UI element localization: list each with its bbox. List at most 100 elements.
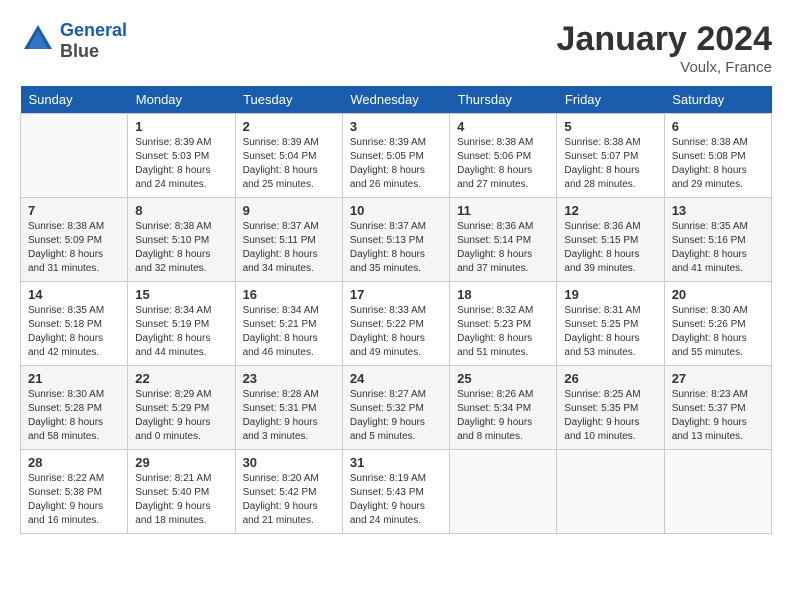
calendar-day-cell	[557, 450, 664, 534]
day-info: Sunrise: 8:28 AMSunset: 5:31 PMDaylight:…	[243, 388, 335, 444]
day-number: 27	[672, 371, 764, 386]
location: Voulx, France	[557, 59, 773, 76]
day-info: Sunrise: 8:38 AMSunset: 5:06 PMDaylight:…	[457, 136, 549, 192]
title-section: January 2024 Voulx, France	[557, 20, 773, 76]
day-number: 3	[350, 119, 442, 134]
day-info: Sunrise: 8:39 AMSunset: 5:04 PMDaylight:…	[243, 136, 335, 192]
day-info: Sunrise: 8:35 AMSunset: 5:18 PMDaylight:…	[28, 304, 120, 360]
day-number: 5	[564, 119, 656, 134]
calendar-day-cell: 18 Sunrise: 8:32 AMSunset: 5:23 PMDayligh…	[450, 282, 557, 366]
logo: General Blue	[20, 20, 127, 62]
calendar-week-row: 21 Sunrise: 8:30 AMSunset: 5:28 PMDayligh…	[21, 366, 772, 450]
calendar-day-cell: 16Sunrise: 8:34 AMSunset: 5:21 PMDayligh…	[235, 282, 342, 366]
col-header-saturday: Saturday	[664, 86, 771, 114]
day-info: Sunrise: 8:21 AMSunset: 5:40 PMDaylight:…	[135, 472, 227, 528]
day-number: 11	[457, 203, 549, 218]
calendar-day-cell	[21, 114, 128, 198]
day-number: 17	[350, 287, 442, 302]
day-info: Sunrise: 8:39 AMSunset: 5:03 PMDaylight:…	[135, 136, 227, 192]
day-info: Sunrise: 8:27 AMSunset: 5:32 PMDaylight:…	[350, 388, 442, 444]
day-info: Sunrise: 8:26 AMSunset: 5:34 PMDaylight:…	[457, 388, 549, 444]
col-header-tuesday: Tuesday	[235, 86, 342, 114]
day-number: 4	[457, 119, 549, 134]
day-number: 9	[243, 203, 335, 218]
day-info: Sunrise: 8:19 AMSunset: 5:43 PMDaylight:…	[350, 472, 442, 528]
day-info: Sunrise: 8:30 AMSunset: 5:28 PMDaylight:…	[28, 388, 120, 444]
calendar-day-cell: 28 Sunrise: 8:22 AMSunset: 5:38 PMDayligh…	[21, 450, 128, 534]
col-header-wednesday: Wednesday	[342, 86, 449, 114]
day-info: Sunrise: 8:36 AMSunset: 5:15 PMDaylight:…	[564, 220, 656, 276]
day-number: 2	[243, 119, 335, 134]
col-header-thursday: Thursday	[450, 86, 557, 114]
day-number: 18	[457, 287, 549, 302]
day-info: Sunrise: 8:34 AMSunset: 5:19 PMDaylight:…	[135, 304, 227, 360]
day-info: Sunrise: 8:25 AMSunset: 5:35 PMDaylight:…	[564, 388, 656, 444]
calendar-day-cell: 23 Sunrise: 8:28 AMSunset: 5:31 PMDayligh…	[235, 366, 342, 450]
day-number: 23	[243, 371, 335, 386]
calendar-day-cell: 1 Sunrise: 8:39 AMSunset: 5:03 PMDaylight…	[128, 114, 235, 198]
col-header-monday: Monday	[128, 86, 235, 114]
calendar-day-cell: 7Sunrise: 8:38 AMSunset: 5:09 PMDaylight…	[21, 198, 128, 282]
calendar-day-cell: 9 Sunrise: 8:37 AMSunset: 5:11 PMDaylight…	[235, 198, 342, 282]
calendar-day-cell: 25Sunrise: 8:26 AMSunset: 5:34 PMDayligh…	[450, 366, 557, 450]
day-info: Sunrise: 8:35 AMSunset: 5:16 PMDaylight:…	[672, 220, 764, 276]
day-number: 24	[350, 371, 442, 386]
day-info: Sunrise: 8:38 AMSunset: 5:09 PMDaylight:…	[28, 220, 120, 276]
calendar-day-cell: 21 Sunrise: 8:30 AMSunset: 5:28 PMDayligh…	[21, 366, 128, 450]
calendar-day-cell: 29 Sunrise: 8:21 AMSunset: 5:40 PMDayligh…	[128, 450, 235, 534]
day-info: Sunrise: 8:37 AMSunset: 5:11 PMDaylight:…	[243, 220, 335, 276]
day-number: 21	[28, 371, 120, 386]
day-info: Sunrise: 8:30 AMSunset: 5:26 PMDaylight:…	[672, 304, 764, 360]
day-info: Sunrise: 8:20 AMSunset: 5:42 PMDaylight:…	[243, 472, 335, 528]
day-number: 12	[564, 203, 656, 218]
day-number: 31	[350, 455, 442, 470]
day-info: Sunrise: 8:36 AMSunset: 5:14 PMDaylight:…	[457, 220, 549, 276]
day-number: 26	[564, 371, 656, 386]
day-number: 30	[243, 455, 335, 470]
day-number: 13	[672, 203, 764, 218]
day-number: 1	[135, 119, 227, 134]
day-number: 10	[350, 203, 442, 218]
calendar-day-cell: 8Sunrise: 8:38 AMSunset: 5:10 PMDaylight…	[128, 198, 235, 282]
calendar-day-cell: 13 Sunrise: 8:35 AMSunset: 5:16 PMDayligh…	[664, 198, 771, 282]
calendar-day-cell: 14Sunrise: 8:35 AMSunset: 5:18 PMDayligh…	[21, 282, 128, 366]
logo-blue: Blue	[60, 41, 127, 62]
calendar-day-cell	[664, 450, 771, 534]
day-info: Sunrise: 8:22 AMSunset: 5:38 PMDaylight:…	[28, 472, 120, 528]
day-info: Sunrise: 8:23 AMSunset: 5:37 PMDaylight:…	[672, 388, 764, 444]
calendar-day-cell: 12 Sunrise: 8:36 AMSunset: 5:15 PMDayligh…	[557, 198, 664, 282]
day-info: Sunrise: 8:39 AMSunset: 5:05 PMDaylight:…	[350, 136, 442, 192]
day-number: 22	[135, 371, 227, 386]
day-number: 29	[135, 455, 227, 470]
calendar-week-row: 7Sunrise: 8:38 AMSunset: 5:09 PMDaylight…	[21, 198, 772, 282]
day-number: 28	[28, 455, 120, 470]
calendar-day-cell: 2 Sunrise: 8:39 AMSunset: 5:04 PMDaylight…	[235, 114, 342, 198]
calendar-day-cell: 11 Sunrise: 8:36 AMSunset: 5:14 PMDayligh…	[450, 198, 557, 282]
calendar-day-cell: 4 Sunrise: 8:38 AMSunset: 5:06 PMDaylight…	[450, 114, 557, 198]
day-info: Sunrise: 8:38 AMSunset: 5:07 PMDaylight:…	[564, 136, 656, 192]
month-title: January 2024	[557, 20, 773, 59]
day-info: Sunrise: 8:32 AMSunset: 5:23 PMDaylight:…	[457, 304, 549, 360]
calendar-day-cell: 30 Sunrise: 8:20 AMSunset: 5:42 PMDayligh…	[235, 450, 342, 534]
day-info: Sunrise: 8:38 AMSunset: 5:10 PMDaylight:…	[135, 220, 227, 276]
calendar-day-cell: 31 Sunrise: 8:19 AMSunset: 5:43 PMDayligh…	[342, 450, 449, 534]
calendar-day-cell: 22 Sunrise: 8:29 AMSunset: 5:29 PMDayligh…	[128, 366, 235, 450]
calendar-day-cell: 20Sunrise: 8:30 AMSunset: 5:26 PMDayligh…	[664, 282, 771, 366]
calendar-week-row: 1 Sunrise: 8:39 AMSunset: 5:03 PMDaylight…	[21, 114, 772, 198]
calendar-week-row: 14Sunrise: 8:35 AMSunset: 5:18 PMDayligh…	[21, 282, 772, 366]
calendar-day-cell: 3 Sunrise: 8:39 AMSunset: 5:05 PMDaylight…	[342, 114, 449, 198]
calendar-day-cell: 26 Sunrise: 8:25 AMSunset: 5:35 PMDayligh…	[557, 366, 664, 450]
day-number: 6	[672, 119, 764, 134]
day-number: 19	[564, 287, 656, 302]
col-header-friday: Friday	[557, 86, 664, 114]
day-info: Sunrise: 8:33 AMSunset: 5:22 PMDaylight:…	[350, 304, 442, 360]
day-info: Sunrise: 8:34 AMSunset: 5:21 PMDaylight:…	[243, 304, 335, 360]
logo-general: General	[60, 20, 127, 41]
calendar-day-cell: 24 Sunrise: 8:27 AMSunset: 5:32 PMDayligh…	[342, 366, 449, 450]
calendar-header-row: SundayMondayTuesdayWednesdayThursdayFrid…	[21, 86, 772, 114]
calendar-day-cell: 6Sunrise: 8:38 AMSunset: 5:08 PMDaylight…	[664, 114, 771, 198]
calendar-day-cell	[450, 450, 557, 534]
day-info: Sunrise: 8:31 AMSunset: 5:25 PMDaylight:…	[564, 304, 656, 360]
day-info: Sunrise: 8:29 AMSunset: 5:29 PMDaylight:…	[135, 388, 227, 444]
calendar-day-cell: 19 Sunrise: 8:31 AMSunset: 5:25 PMDayligh…	[557, 282, 664, 366]
